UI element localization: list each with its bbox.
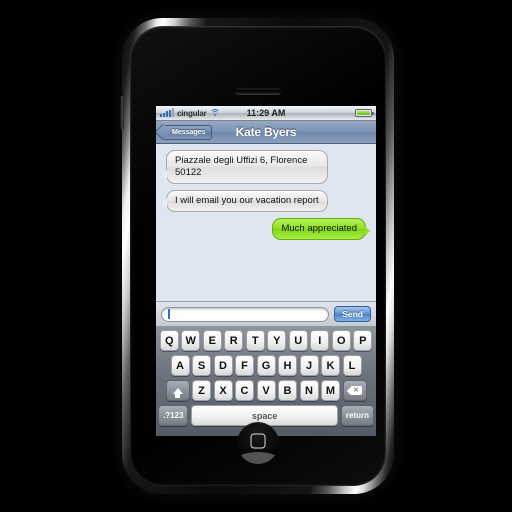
message-bubble-outgoing[interactable]: Much appreciated (272, 218, 370, 240)
message-bubble-incoming[interactable]: Piazzale degli Uffizi 6, Florence 50122 (162, 150, 328, 184)
navigation-bar: Messages Kate Byers (156, 121, 376, 144)
status-bar-right (355, 109, 374, 117)
key-m[interactable]: M (321, 380, 340, 401)
keyboard-row-3: Z X C V B N M ✕ (158, 380, 374, 401)
delete-key[interactable]: ✕ (342, 380, 367, 401)
key-n[interactable]: N (299, 380, 319, 401)
delete-x-mark: ✕ (353, 387, 359, 394)
keyboard-row-1: Q W E R T Y U I O P (158, 330, 374, 351)
key-a[interactable]: A (170, 355, 190, 376)
key-u[interactable]: U (288, 330, 308, 351)
key-c[interactable]: C (235, 380, 254, 401)
key-w[interactable]: W (181, 330, 201, 351)
message-row: I will email you our vacation report (161, 190, 371, 212)
key-g[interactable]: G (256, 355, 276, 376)
message-input[interactable] (161, 306, 330, 322)
wifi-icon (209, 109, 220, 117)
key-b[interactable]: B (278, 380, 297, 401)
earpiece-speaker-icon (235, 88, 281, 94)
signal-bars-icon (160, 108, 174, 117)
delete-backspace-icon: ✕ (348, 386, 362, 395)
status-bar-left: cingular (160, 108, 220, 118)
key-x[interactable]: X (213, 380, 233, 401)
key-s[interactable]: S (192, 355, 211, 376)
status-bar: cingular 11:29 AM (156, 106, 376, 121)
key-p[interactable]: P (353, 330, 373, 351)
carrier-label: cingular (177, 108, 207, 118)
key-e[interactable]: E (202, 330, 222, 351)
shift-arrow-icon (172, 387, 183, 398)
key-z[interactable]: Z (192, 380, 211, 401)
device-screen: cingular 11:29 AM Messages Kate Byers Pi… (156, 106, 376, 436)
battery-fill (357, 111, 370, 115)
key-h[interactable]: H (278, 355, 297, 376)
volume-side-button[interactable] (120, 96, 124, 130)
key-t[interactable]: T (245, 330, 265, 351)
key-k[interactable]: K (321, 355, 340, 376)
return-key[interactable]: return (340, 405, 374, 426)
iphone-device: cingular 11:29 AM Messages Kate Byers Pi… (120, 18, 394, 494)
key-l[interactable]: L (342, 355, 362, 376)
text-caret (168, 309, 170, 319)
key-d[interactable]: D (213, 355, 233, 376)
key-v[interactable]: V (256, 380, 276, 401)
message-row: Piazzale degli Uffizi 6, Florence 50122 (161, 150, 371, 184)
key-i[interactable]: I (310, 330, 330, 351)
message-list[interactable]: Piazzale degli Uffizi 6, Florence 50122 … (156, 144, 376, 301)
battery-icon (355, 109, 374, 117)
home-square-icon (250, 433, 266, 449)
status-bar-clock: 11:29 AM (246, 108, 286, 118)
key-y[interactable]: Y (267, 330, 287, 351)
device-faceplate: cingular 11:29 AM Messages Kate Byers Pi… (130, 26, 386, 486)
home-button[interactable] (237, 422, 279, 464)
message-row: Much appreciated (161, 218, 371, 240)
keyboard-row-2: A S D F G H J K L (158, 355, 374, 376)
numeric-mode-key[interactable]: .?123 (158, 405, 189, 426)
key-o[interactable]: O (331, 330, 351, 351)
screenshot-stage: cingular 11:29 AM Messages Kate Byers Pi… (0, 0, 512, 512)
message-bubble-incoming[interactable]: I will email you our vacation report (162, 190, 328, 212)
compose-bar: Send (156, 301, 376, 326)
key-f[interactable]: F (235, 355, 254, 376)
key-j[interactable]: J (299, 355, 319, 376)
shift-key[interactable] (165, 380, 190, 401)
send-button[interactable]: Send (334, 306, 371, 322)
key-q[interactable]: Q (159, 330, 179, 351)
back-button-messages[interactable]: Messages (162, 124, 213, 140)
on-screen-keyboard[interactable]: Q W E R T Y U I O P A S D F G H J K L Z … (156, 326, 376, 436)
key-r[interactable]: R (224, 330, 244, 351)
